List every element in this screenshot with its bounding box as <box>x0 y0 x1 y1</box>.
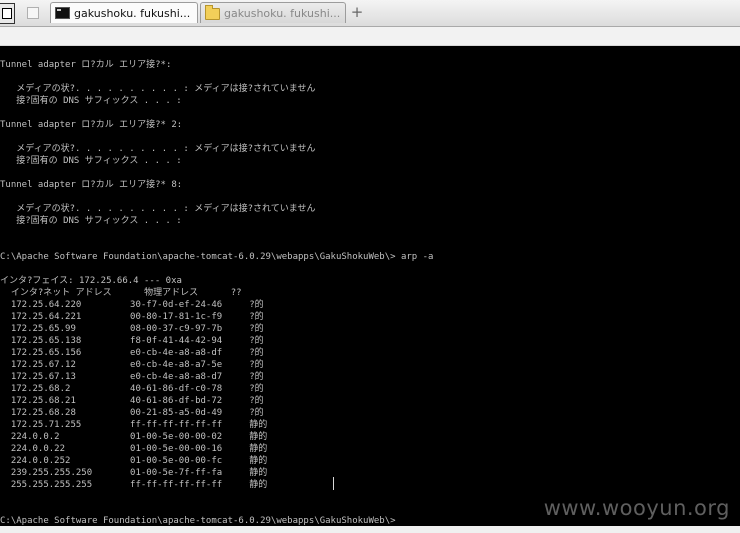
console-line: 172.25.67.13 e0-cb-4e-a8-a8-d7 ?的 <box>0 372 264 382</box>
console-line: C:\Apache Software Foundation\apache-tom… <box>0 252 434 262</box>
console-line: 172.25.67.12 e0-cb-4e-a8-a7-5e ?的 <box>0 360 264 370</box>
console-line: 172.25.65.138 f8-0f-41-44-42-94 ?的 <box>0 336 264 346</box>
tab-folder-label: gakushoku. fukushi... <box>224 6 341 20</box>
watermark: www.wooyun.org <box>543 496 730 520</box>
console-line: 255.255.255.255 ff-ff-ff-ff-ff-ff 静的 <box>0 480 268 490</box>
tab-cmd[interactable]: gakushoku. fukushi... <box>50 2 198 23</box>
console-line: 224.0.0.22 01-00-5e-00-00-16 静的 <box>0 444 268 454</box>
console-line: Tunnel adapter ロ?カル エリア接?*: <box>0 60 172 70</box>
console-line: 172.25.65.99 08-00-37-c9-97-7b ?的 <box>0 324 264 334</box>
console-line: 172.25.64.221 00-80-17-81-1c-f9 ?的 <box>0 312 264 322</box>
console-line: 224.0.0.252 01-00-5e-00-00-fc 静的 <box>0 456 268 466</box>
console-line: 172.25.64.220 30-f7-0d-ef-24-46 ?的 <box>0 300 264 310</box>
console-window[interactable]: Tunnel adapter ロ?カル エリア接?*: メディアの状?. . .… <box>0 46 740 526</box>
console-line: Tunnel adapter ロ?カル エリア接?* 2: <box>0 120 183 130</box>
console-line: インタ?フェイス: 172.25.66.4 --- 0xa <box>0 276 182 286</box>
console-line: 接?固有の DNS サフィックス . . . : <box>0 96 182 106</box>
console-line: C:\Apache Software Foundation\apache-tom… <box>0 516 396 526</box>
console-line: 224.0.0.2 01-00-5e-00-00-02 静的 <box>0 432 268 442</box>
console-line: 239.255.255.250 01-00-5e-7f-ff-fa 静的 <box>0 468 268 478</box>
new-tab-button[interactable]: + <box>350 4 364 20</box>
window-fragment-icon[interactable] <box>0 3 15 24</box>
console-line: メディアの状?. . . . . . . . . . : メディアは接?されてい… <box>0 204 316 214</box>
text-cursor <box>333 477 334 490</box>
console-line: 172.25.68.28 00-21-85-a5-0d-49 ?的 <box>0 408 264 418</box>
console-line: 172.25.65.156 e0-cb-4e-a8-a8-df ?的 <box>0 348 264 358</box>
bottom-bar <box>0 526 740 533</box>
console-line: 172.25.68.2 40-61-86-df-c0-78 ?的 <box>0 384 264 394</box>
console-line: インタ?ネット アドレス 物理アドレス ?? <box>0 288 242 298</box>
folder-icon <box>205 4 220 20</box>
console-line: 接?固有の DNS サフィックス . . . : <box>0 216 182 226</box>
toolbar-strip <box>0 27 740 46</box>
tab-cmd-label: gakushoku. fukushi... <box>74 6 191 20</box>
tab-bar: gakushoku. fukushi... gakushoku. fukushi… <box>0 0 740 27</box>
tab-folder[interactable]: gakushoku. fukushi... <box>200 2 346 23</box>
console-line: 接?固有の DNS サフィックス . . . : <box>0 156 182 166</box>
console-line: 172.25.68.21 40-61-86-df-bd-72 ?的 <box>0 396 264 406</box>
cmd-icon <box>55 7 70 19</box>
console-line: Tunnel adapter ロ?カル エリア接?* 8: <box>0 180 183 190</box>
console-line: メディアの状?. . . . . . . . . . : メディアは接?されてい… <box>0 144 316 154</box>
console-line: 172.25.71.255 ff-ff-ff-ff-ff-ff 静的 <box>0 420 268 430</box>
console-line: メディアの状?. . . . . . . . . . : メディアは接?されてい… <box>0 84 316 94</box>
blank-tab-icon[interactable] <box>24 5 42 21</box>
